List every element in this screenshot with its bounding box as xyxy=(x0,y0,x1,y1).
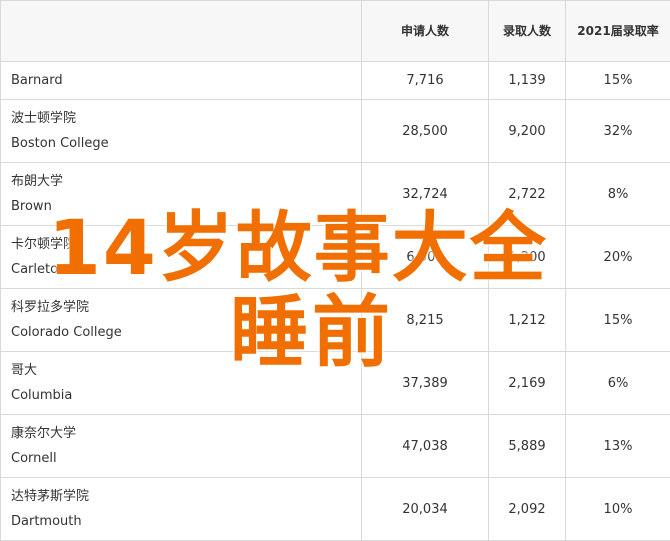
admitted-cell: 2,169 xyxy=(489,352,566,415)
applicants-cell: 28,500 xyxy=(362,100,489,163)
school-name-cn: 科罗拉多学院 xyxy=(11,295,351,320)
admitted-cell: 1,139 xyxy=(489,62,566,100)
school-name-en: Boston College xyxy=(11,131,351,156)
school-name-cell: 布朗大学 Brown xyxy=(1,163,362,226)
applicants-cell: 47,038 xyxy=(362,415,489,478)
header-admission-rate: 2021届录取率 xyxy=(566,1,670,62)
school-name-cn: 布朗大学 xyxy=(11,169,351,194)
table-row: 达特茅斯学院 Dartmouth 20,034 2,092 10% xyxy=(1,478,670,541)
school-name-cell: 康奈尔大学 Cornell xyxy=(1,415,362,478)
applicants-cell: 20,034 xyxy=(362,478,489,541)
rate-cell: 20% xyxy=(566,226,670,289)
school-name-en: Dartmouth xyxy=(11,509,351,534)
admitted-cell: 2,722 xyxy=(489,163,566,226)
school-name-cell: 哥大 Columbia xyxy=(1,352,362,415)
school-name-cell: 达特茅斯学院 Dartmouth xyxy=(1,478,362,541)
admitted-cell: 1,212 xyxy=(489,289,566,352)
school-name-en: Brown xyxy=(11,194,351,219)
table-row: 哥大 Columbia 37,389 2,169 6% xyxy=(1,352,670,415)
admitted-cell: 9,200 xyxy=(489,100,566,163)
school-name-cell: 科罗拉多学院 Colorado College xyxy=(1,289,362,352)
school-name-en: Cornell xyxy=(11,446,351,471)
school-name-en: Colorado College xyxy=(11,320,351,345)
rate-cell: 15% xyxy=(566,289,670,352)
rate-cell: 10% xyxy=(566,478,670,541)
rate-cell: 32% xyxy=(566,100,670,163)
applicants-cell: 6,000 xyxy=(362,226,489,289)
header-admitted: 录取人数 xyxy=(489,1,566,62)
school-name-en: Carleton xyxy=(11,257,351,282)
school-name-en: Columbia xyxy=(11,383,351,408)
school-name-cn: 波士顿学院 xyxy=(11,106,351,131)
admissions-table: 申请人数 录取人数 2021届录取率 Barnard 7,716 1,139 1… xyxy=(0,0,670,541)
admitted-cell: 5,889 xyxy=(489,415,566,478)
applicants-cell: 8,215 xyxy=(362,289,489,352)
admitted-cell: 1,200 xyxy=(489,226,566,289)
school-name-en: Barnard xyxy=(11,68,351,93)
header-applicants: 申请人数 xyxy=(362,1,489,62)
table-row: 康奈尔大学 Cornell 47,038 5,889 13% xyxy=(1,415,670,478)
rate-cell: 6% xyxy=(566,352,670,415)
school-name-cell: 波士顿学院 Boston College xyxy=(1,100,362,163)
rate-cell: 8% xyxy=(566,163,670,226)
school-name-cell: 卡尔顿学院 Carleton xyxy=(1,226,362,289)
rate-cell: 15% xyxy=(566,62,670,100)
table-row: Barnard 7,716 1,139 15% xyxy=(1,62,670,100)
applicants-cell: 32,724 xyxy=(362,163,489,226)
applicants-cell: 7,716 xyxy=(362,62,489,100)
header-school xyxy=(1,1,362,62)
table-row: 科罗拉多学院 Colorado College 8,215 1,212 15% xyxy=(1,289,670,352)
school-name-cell: Barnard xyxy=(1,62,362,100)
table-row: 波士顿学院 Boston College 28,500 9,200 32% xyxy=(1,100,670,163)
rate-cell: 13% xyxy=(566,415,670,478)
school-name-cn: 卡尔顿学院 xyxy=(11,232,351,257)
applicants-cell: 37,389 xyxy=(362,352,489,415)
school-name-cn: 康奈尔大学 xyxy=(11,421,351,446)
table-header-row: 申请人数 录取人数 2021届录取率 xyxy=(1,1,670,62)
school-name-cn: 达特茅斯学院 xyxy=(11,484,351,509)
school-name-cn: 哥大 xyxy=(11,358,351,383)
table-row: 卡尔顿学院 Carleton 6,000 1,200 20% xyxy=(1,226,670,289)
admitted-cell: 2,092 xyxy=(489,478,566,541)
table-row: 布朗大学 Brown 32,724 2,722 8% xyxy=(1,163,670,226)
